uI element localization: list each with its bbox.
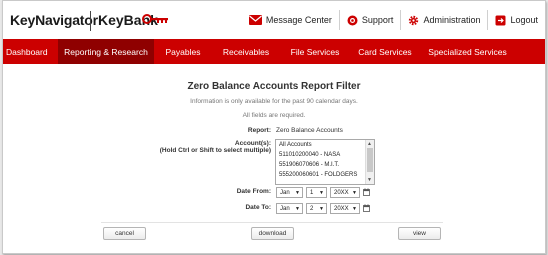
nav-reporting-research[interactable]: Reporting & Research: [58, 39, 154, 64]
date-from-month-value: Jan: [280, 190, 290, 196]
nav-payables-label: Payables: [165, 46, 201, 57]
account-option[interactable]: All Accounts: [276, 140, 374, 150]
gear-icon: [408, 15, 419, 26]
date-to-day-value: 2: [310, 206, 314, 212]
logout-link[interactable]: Logout: [487, 10, 545, 30]
logo-divider: [90, 11, 91, 31]
lifebuoy-icon: [347, 15, 358, 26]
nav-receivables-label: Receivables: [222, 46, 270, 57]
header: KeyNavigator KeyBank Message Center Supp…: [3, 1, 545, 39]
nav-specialized-services-label: Specialized Services: [428, 46, 507, 57]
date-to-year-select[interactable]: 20XX ▼: [330, 203, 360, 214]
keynavigator-logo: KeyNavigator: [10, 12, 98, 28]
form-divider: [101, 222, 443, 223]
date-to-month-value: Jan: [280, 206, 290, 212]
nav-file-services[interactable]: File Services: [280, 39, 350, 64]
accounts-hint: (Hold Ctrl or Shift to select multiple): [159, 147, 271, 154]
date-from-year-value: 20XX: [334, 190, 349, 196]
nav-dashboard[interactable]: Dashboard: [3, 39, 58, 64]
administration-label: Administration: [423, 15, 481, 25]
page-title: Zero Balance Accounts Report Filter: [187, 81, 361, 92]
main-nav: Dashboard Reporting & Research Payables …: [3, 39, 545, 64]
date-from-day-value: 1: [310, 190, 314, 196]
logout-icon: [495, 15, 506, 26]
calendar-icon[interactable]: [363, 204, 370, 212]
key-icon: [142, 14, 168, 24]
nav-card-services[interactable]: Card Services: [350, 39, 420, 64]
accounts-label: Account(s):: [234, 140, 271, 147]
chevron-down-icon: ▼: [295, 190, 300, 196]
account-option[interactable]: 551906070606 - M.I.T.: [276, 160, 374, 170]
report-label: Report:: [247, 127, 271, 134]
required-note: All fields are required.: [242, 112, 306, 119]
report-value: Zero Balance Accounts: [276, 127, 343, 134]
download-button[interactable]: download: [251, 227, 294, 240]
account-option[interactable]: 511010200040 - NASA: [276, 150, 374, 160]
message-center-label: Message Center: [265, 15, 332, 25]
calendar-icon[interactable]: [363, 188, 370, 196]
date-from-label: Date From:: [236, 188, 271, 195]
nav-card-services-label: Card Services: [358, 46, 412, 57]
cancel-button[interactable]: cancel: [103, 227, 146, 240]
scroll-down-icon[interactable]: ▼: [367, 177, 372, 183]
administration-link[interactable]: Administration: [400, 10, 487, 30]
account-option[interactable]: 555200060601 - FOLDGERS: [276, 170, 374, 180]
chevron-down-icon: ▼: [352, 190, 357, 196]
date-from-month-select[interactable]: Jan ▼: [276, 187, 303, 198]
date-to-month-select[interactable]: Jan ▼: [276, 203, 303, 214]
envelope-icon: [248, 15, 262, 25]
top-links: Message Center Support Administration Lo…: [242, 1, 545, 39]
nav-receivables[interactable]: Receivables: [212, 39, 280, 64]
chevron-down-icon: ▼: [295, 206, 300, 212]
scroll-up-icon[interactable]: ▲: [367, 141, 372, 147]
date-from-day-select[interactable]: 1 ▼: [306, 187, 327, 198]
support-link[interactable]: Support: [338, 10, 401, 30]
support-label: Support: [361, 15, 394, 25]
chevron-down-icon: ▼: [352, 206, 357, 212]
logout-label: Logout: [510, 15, 538, 25]
accounts-listbox[interactable]: All Accounts 511010200040 - NASA 5519060…: [275, 139, 375, 185]
nav-specialized-services[interactable]: Specialized Services: [420, 39, 515, 64]
date-from-year-select[interactable]: 20XX ▼: [330, 187, 360, 198]
message-center-link[interactable]: Message Center: [242, 10, 339, 30]
nav-dashboard-label: Dashboard: [6, 46, 48, 57]
listbox-scrollbar[interactable]: ▲ ▼: [365, 140, 374, 184]
chevron-down-icon: ▼: [319, 190, 324, 196]
info-text: Information is only available for the pa…: [190, 98, 358, 105]
date-to-day-select[interactable]: 2 ▼: [306, 203, 327, 214]
nav-payables[interactable]: Payables: [154, 39, 212, 64]
date-to-label: Date To:: [245, 204, 271, 211]
app-window: KeyNavigator KeyBank Message Center Supp…: [2, 0, 546, 254]
scroll-thumb[interactable]: [367, 148, 373, 172]
date-to-year-value: 20XX: [334, 206, 349, 212]
chevron-down-icon: ▼: [319, 206, 324, 212]
view-button[interactable]: view: [398, 227, 441, 240]
nav-file-services-label: File Services: [290, 46, 340, 57]
nav-reporting-research-label: Reporting & Research: [64, 46, 148, 57]
